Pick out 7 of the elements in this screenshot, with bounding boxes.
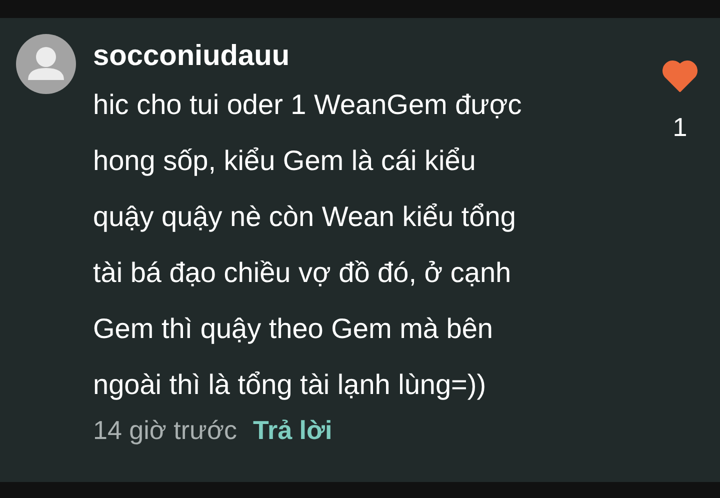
heart-icon[interactable] — [662, 60, 698, 92]
reply-link[interactable]: Trả lời — [253, 415, 332, 446]
comment-text: hic cho tui oder 1 WeanGem được hong sốp, kiểu Gem là cái kiểu quậy quậy nè còn Wean kiểu tổng tài bá đạo chiều vợ đồ đó, ở cạnh Gem thì quậy theo Gem mà bên ngoài thì là tổng tài lạnh lùng=)) — [93, 88, 523, 402]
avatar-icon — [16, 34, 76, 94]
like-count: 1 — [672, 112, 688, 143]
timestamp: 14 giờ trước — [93, 415, 237, 446]
username[interactable]: socconiudauu — [93, 34, 660, 78]
